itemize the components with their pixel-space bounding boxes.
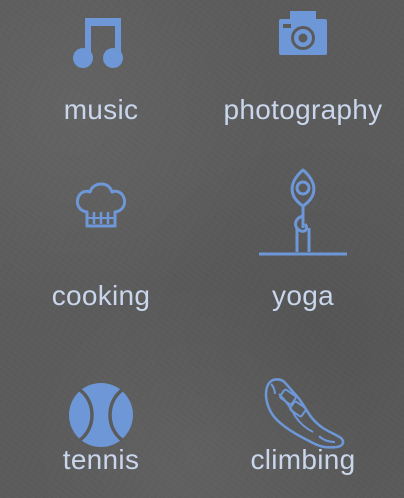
tennis-ball-icon xyxy=(69,383,133,447)
hobby-climbing: climbing xyxy=(202,332,404,498)
hobby-cooking: cooking xyxy=(0,166,202,332)
yoga-pose-icon xyxy=(259,168,347,256)
hobby-label: photography xyxy=(223,94,383,125)
hobby-label: cooking xyxy=(51,280,151,311)
hobby-label: yoga xyxy=(272,280,334,311)
hobby-label: climbing xyxy=(250,444,356,475)
hobby-tennis: tennis xyxy=(0,332,202,498)
music-note-icon xyxy=(73,18,123,68)
hobby-label: tennis xyxy=(62,444,140,475)
chef-hat-icon xyxy=(75,182,127,228)
hobby-music: music xyxy=(0,0,202,166)
camera-icon xyxy=(279,11,327,55)
hobby-yoga: yoga xyxy=(202,166,404,332)
climbing-shoe-icon xyxy=(264,378,345,449)
hobby-label: music xyxy=(63,94,139,125)
hobby-photography: photography xyxy=(202,0,404,166)
